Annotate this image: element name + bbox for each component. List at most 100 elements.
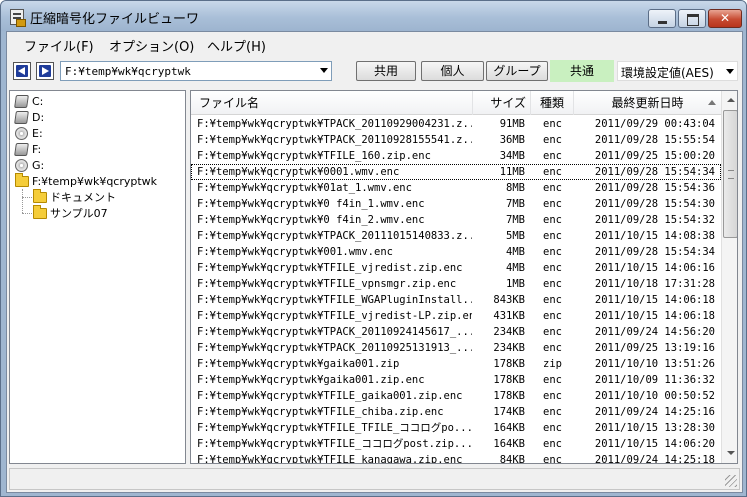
title-bar[interactable]: 圧縮暗号化ファイルビューワ	[1, 1, 746, 31]
menu-help[interactable]: ヘルプ(H)	[207, 36, 266, 55]
cd-drive-icon	[15, 127, 28, 140]
table-row[interactable]: F:¥temp¥wk¥qcryptwk¥TPACK_20111015140833…	[191, 228, 721, 244]
folder-icon	[33, 189, 47, 203]
common-mode-indicator[interactable]: 共通	[550, 60, 614, 82]
cell-size: 843KB	[493, 294, 525, 306]
column-header-filename[interactable]: ファイル名	[191, 91, 473, 115]
chevron-down-icon[interactable]	[726, 69, 734, 74]
table-row[interactable]: F:¥temp¥wk¥qcryptwk¥TFILE_chiba.zip.enc 1…	[191, 404, 721, 420]
cell-filename: F:¥temp¥wk¥qcryptwk¥TPACK_20110928155541…	[197, 134, 472, 146]
cell-size: 234KB	[493, 342, 525, 354]
cell-size: 174KB	[493, 406, 525, 418]
cell-modified: 2011/10/09 11:36:32	[594, 374, 715, 386]
cell-modified: 2011/09/25 13:19:16	[594, 342, 715, 354]
cell-filename: F:¥temp¥wk¥qcryptwk¥0 f4in_2.wmv.enc	[197, 214, 425, 226]
cell-size: 7MB	[506, 214, 525, 226]
table-row[interactable]: F:¥temp¥wk¥qcryptwk¥0001.wmv.enc 11MB enc 2…	[191, 164, 721, 180]
cell-filename: F:¥temp¥wk¥qcryptwk¥TFILE_ココログpost.zip..…	[197, 438, 472, 450]
column-header-size[interactable]: サイズ	[473, 91, 531, 115]
table-row[interactable]: F:¥temp¥wk¥qcryptwk¥TPACK_20110928155541…	[191, 132, 721, 148]
cell-modified: 2011/10/15 14:08:38	[594, 230, 715, 242]
forward-button[interactable]	[36, 62, 54, 80]
cell-type: enc	[543, 310, 562, 322]
cell-modified: 2011/09/28 15:54:34	[594, 166, 715, 178]
table-row[interactable]: F:¥temp¥wk¥qcryptwk¥01at_1.wmv.enc 8MB enc…	[191, 180, 721, 196]
cell-filename: F:¥temp¥wk¥qcryptwk¥TPACK_20110929004231…	[197, 118, 472, 130]
forward-arrow-icon	[39, 65, 51, 77]
table-row[interactable]: F:¥temp¥wk¥qcryptwk¥gaika001.zip.enc 178K…	[191, 372, 721, 388]
table-row[interactable]: F:¥temp¥wk¥qcryptwk¥TFILE_ココログpost.zip..…	[191, 436, 721, 452]
encryption-select[interactable]: 環境設定値(AES)	[617, 61, 738, 81]
cell-type: enc	[543, 166, 562, 178]
encryption-value: 環境設定値(AES)	[621, 66, 714, 80]
path-value: F:¥temp¥wk¥qcryptwk	[65, 65, 191, 78]
menu-file[interactable]: ファイル(F)	[24, 36, 94, 55]
table-row[interactable]: F:¥temp¥wk¥qcryptwk¥TFILE_vjredist.zip.e…	[191, 260, 721, 276]
table-row[interactable]: F:¥temp¥wk¥qcryptwk¥001.wmv.enc 4MB enc 201…	[191, 244, 721, 260]
table-row[interactable]: F:¥temp¥wk¥qcryptwk¥TPACK_20110925131913…	[191, 340, 721, 356]
cell-type: enc	[543, 198, 562, 210]
app-window: 圧縮暗号化ファイルビューワ ファイル(F) オプション(O) ヘルプ(H) F:…	[0, 0, 747, 497]
menu-options[interactable]: オプション(O)	[109, 36, 194, 55]
group-button[interactable]: グループ	[486, 61, 548, 81]
cell-size: 178KB	[493, 374, 525, 386]
cell-size: 178KB	[493, 390, 525, 402]
folder-icon	[33, 205, 47, 219]
table-row[interactable]: F:¥temp¥wk¥qcryptwk¥gaika001.zip 178KB zip…	[191, 356, 721, 372]
path-combobox[interactable]: F:¥temp¥wk¥qcryptwk	[60, 61, 332, 81]
table-row[interactable]: F:¥temp¥wk¥qcryptwk¥TFILE_gaika001.zip.e…	[191, 388, 721, 404]
table-row[interactable]: F:¥temp¥wk¥qcryptwk¥TFILE_160.zip.enc 34M…	[191, 148, 721, 164]
cell-filename: F:¥temp¥wk¥qcryptwk¥TPACK_20110925131913…	[197, 342, 472, 354]
cell-modified: 2011/09/24 14:25:16	[594, 406, 715, 418]
chevron-down-icon[interactable]	[320, 68, 328, 73]
cell-modified: 2011/10/15 13:28:30	[594, 422, 715, 434]
hard-drive-icon	[14, 95, 29, 108]
scroll-down-button[interactable]	[723, 446, 737, 462]
cell-filename: F:¥temp¥wk¥qcryptwk¥TFILE_kanagawa.zip.e…	[197, 454, 463, 464]
cell-filename: F:¥temp¥wk¥qcryptwk¥0 f4in_1.wmv.enc	[197, 198, 425, 210]
table-row[interactable]: F:¥temp¥wk¥qcryptwk¥TPACK_20110924145617…	[191, 324, 721, 340]
table-row[interactable]: F:¥temp¥wk¥qcryptwk¥TFILE_WGAPluginInsta…	[191, 292, 721, 308]
cell-type: enc	[543, 246, 562, 258]
cell-filename: F:¥temp¥wk¥qcryptwk¥TFILE_WGAPluginInsta…	[197, 294, 472, 306]
scroll-thumb[interactable]	[723, 110, 737, 238]
table-row[interactable]: F:¥temp¥wk¥qcryptwk¥TFILE_kanagawa.zip.e…	[191, 452, 721, 464]
table-row[interactable]: F:¥temp¥wk¥qcryptwk¥0 f4in_2.wmv.enc 7MB e…	[191, 212, 721, 228]
menu-bar: ファイル(F) オプション(O) ヘルプ(H)	[7, 32, 742, 55]
table-row[interactable]: F:¥temp¥wk¥qcryptwk¥TFILE_TFILE_ココログpo..…	[191, 420, 721, 436]
cell-modified: 2011/09/28 15:54:36	[594, 182, 715, 194]
cell-type: enc	[543, 214, 562, 226]
list-header: ファイル名 サイズ 種類 最終更新日時	[191, 91, 721, 115]
table-row[interactable]: F:¥temp¥wk¥qcryptwk¥TPACK_20110929004231…	[191, 116, 721, 132]
resize-grip-icon[interactable]	[725, 475, 737, 487]
cell-filename: F:¥temp¥wk¥qcryptwk¥TFILE_vpnsmgr.zip.en…	[197, 278, 457, 290]
cd-drive-icon	[15, 159, 28, 172]
cell-type: zip	[543, 358, 562, 370]
cell-modified: 2011/09/29 00:43:04	[594, 118, 715, 130]
maximize-button[interactable]	[678, 9, 706, 28]
cell-type: enc	[543, 406, 562, 418]
cell-type: enc	[543, 374, 562, 386]
column-header-type[interactable]: 種類	[531, 91, 574, 115]
cell-type: enc	[543, 134, 562, 146]
scroll-up-button[interactable]	[723, 92, 737, 108]
cell-type: enc	[543, 294, 562, 306]
cell-type: enc	[543, 182, 562, 194]
minimize-button[interactable]	[648, 9, 676, 28]
file-list[interactable]: ファイル名 サイズ 種類 最終更新日時 F:¥temp¥wk¥qcryptwk¥…	[190, 90, 738, 464]
table-row[interactable]: F:¥temp¥wk¥qcryptwk¥0 f4in_1.wmv.enc 7MB e…	[191, 196, 721, 212]
table-row[interactable]: F:¥temp¥wk¥qcryptwk¥TFILE_vjredist-LP.zi…	[191, 308, 721, 324]
table-row[interactable]: F:¥temp¥wk¥qcryptwk¥TFILE_vpnsmgr.zip.en…	[191, 276, 721, 292]
back-button[interactable]	[13, 62, 31, 80]
vertical-scrollbar[interactable]	[721, 91, 737, 463]
cell-modified: 2011/09/24 14:56:20	[594, 326, 715, 338]
folder-tree[interactable]: C: D: E: F: G: F:¥temp¥wk¥qcryptwk ドキュメン…	[9, 90, 186, 464]
column-header-modified[interactable]: 最終更新日時	[574, 91, 721, 115]
close-button[interactable]	[708, 9, 742, 28]
cell-size: 11MB	[499, 166, 525, 178]
cell-modified: 2011/10/15 14:06:16	[594, 262, 715, 274]
shared-button[interactable]: 共用	[356, 61, 416, 81]
cell-size: 4MB	[506, 262, 525, 274]
personal-button[interactable]: 個人	[421, 61, 484, 81]
cell-size: 164KB	[493, 422, 525, 434]
